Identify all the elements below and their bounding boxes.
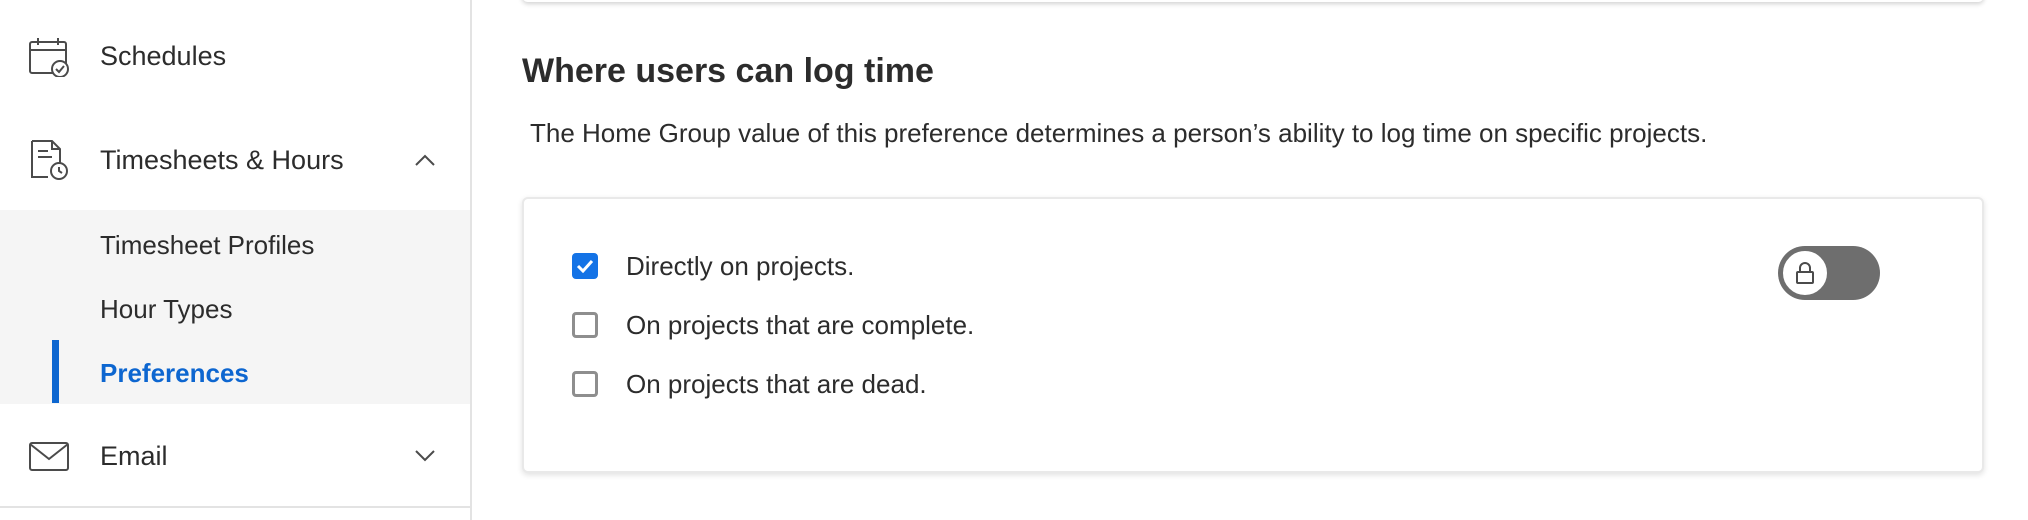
- option-label: On projects that are dead.: [626, 368, 927, 399]
- timesheet-clock-icon: [31, 140, 68, 180]
- checkbox-complete-projects[interactable]: [572, 312, 598, 338]
- chevron-up-icon[interactable]: [414, 153, 436, 167]
- sidebar-item-schedules[interactable]: Schedules: [0, 34, 470, 78]
- sidebar-item-label: Schedules: [100, 40, 227, 71]
- envelope-icon: [29, 442, 69, 471]
- option-label: Directly on projects.: [626, 250, 855, 281]
- previous-section-card: [522, 0, 1984, 2]
- sidebar-item-label: Timesheets & Hours: [100, 144, 344, 175]
- sidebar-item-email[interactable]: Email: [0, 434, 470, 478]
- option-directly-on-projects[interactable]: Directly on projects.: [572, 250, 854, 282]
- section-description: The Home Group value of this preference …: [530, 118, 1708, 148]
- timesheets-subnav: Timesheet Profiles Hour Types Preference…: [0, 210, 470, 404]
- active-indicator: [52, 340, 59, 403]
- toggle-knob: [1780, 248, 1830, 298]
- lock-toggle[interactable]: [1778, 246, 1880, 300]
- calendar-check-icon: [29, 38, 69, 77]
- section-title: Where users can log time: [522, 52, 934, 90]
- option-label: On projects that are complete.: [626, 309, 975, 340]
- checkmark-icon: [576, 259, 594, 273]
- sidebar-item-preferences[interactable]: Preferences: [100, 358, 249, 389]
- sidebar-item-label: Email: [100, 440, 168, 471]
- sidebar-item-timesheets-hours[interactable]: Timesheets & Hours: [0, 138, 470, 182]
- lock-icon: [1796, 262, 1814, 284]
- option-dead-projects[interactable]: On projects that are dead.: [572, 368, 927, 400]
- checkbox-dead-projects[interactable]: [572, 371, 598, 397]
- sidebar-item-hour-types[interactable]: Hour Types: [100, 294, 232, 325]
- sidebar-item-timesheet-profiles[interactable]: Timesheet Profiles: [100, 230, 314, 261]
- sidebar-divider: [0, 506, 470, 508]
- log-time-options-card: Directly on projects. On projects that a…: [522, 197, 1984, 473]
- checkbox-directly-on-projects[interactable]: [572, 253, 598, 279]
- sidebar: Schedules Timesheets & Hours Timesheet P…: [0, 0, 472, 520]
- option-complete-projects[interactable]: On projects that are complete.: [572, 309, 974, 341]
- chevron-down-icon[interactable]: [414, 449, 436, 463]
